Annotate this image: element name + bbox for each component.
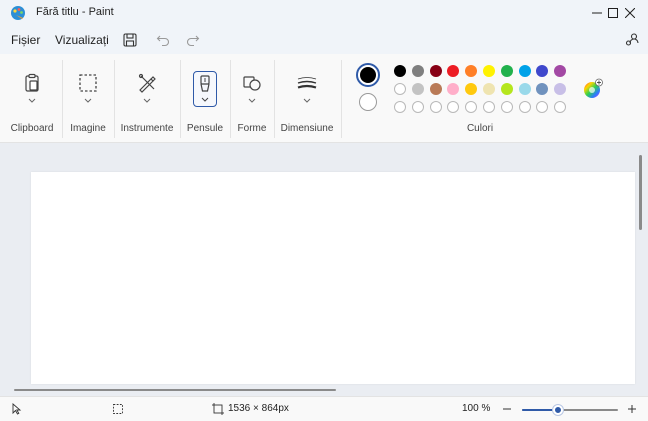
selection-icon[interactable]: [77, 72, 99, 94]
empty-color-swatch[interactable]: [500, 101, 513, 113]
undo-button[interactable]: [153, 30, 173, 50]
vertical-scrollbar[interactable]: [639, 155, 642, 230]
group-label-tools: Instrumente: [120, 123, 174, 134]
zoom-in-icon[interactable]: [626, 403, 638, 415]
group-label-size: Dimensiune: [280, 123, 334, 134]
redo-button[interactable]: [183, 30, 203, 50]
empty-color-swatch[interactable]: [394, 101, 406, 113]
save-button[interactable]: [120, 30, 140, 50]
primary-color-swatch: [360, 67, 376, 83]
group-label-shapes: Forme: [237, 123, 267, 134]
ribbon: Clipboard Imagine Instrumente Pensule Fo…: [0, 54, 648, 143]
color-swatch[interactable]: [518, 65, 531, 77]
color-swatch[interactable]: [483, 83, 495, 95]
group-label-colors: Culori: [466, 123, 494, 134]
group-clipboard: Clipboard: [4, 54, 60, 142]
chevron-down-icon[interactable]: [303, 98, 311, 104]
group-shapes: Forme: [231, 54, 273, 142]
group-label-image: Imagine: [70, 123, 106, 134]
color-wheel-icon[interactable]: [582, 78, 604, 100]
title-bar: Fără titlu - Paint: [0, 0, 648, 26]
chevron-down-icon[interactable]: [143, 98, 151, 104]
chevron-down-icon: [201, 97, 209, 102]
zoom-slider-thumb[interactable]: [553, 405, 564, 415]
empty-color-swatch[interactable]: [429, 101, 442, 113]
group-size: Dimensiune: [275, 54, 339, 142]
zoom-out-icon[interactable]: [501, 403, 513, 415]
color-swatch[interactable]: [429, 83, 442, 95]
brush-icon: [200, 75, 210, 92]
group-tools: Instrumente: [115, 54, 179, 142]
color-swatch[interactable]: [411, 65, 424, 77]
account-settings-icon: [625, 33, 639, 46]
stroke-size-icon[interactable]: [296, 72, 318, 94]
drawing-canvas[interactable]: [31, 172, 635, 384]
shapes-icon[interactable]: [241, 72, 263, 94]
redo-icon: [186, 35, 200, 47]
chevron-down-icon[interactable]: [28, 98, 36, 104]
close-icon: [625, 8, 635, 18]
color-swatch[interactable]: [500, 83, 513, 95]
menu-bar: Fișier Vizualizați: [0, 26, 648, 54]
tools-icon[interactable]: [136, 72, 158, 94]
chevron-down-icon[interactable]: [248, 98, 256, 104]
color-swatch[interactable]: [483, 65, 495, 77]
color-swatch[interactable]: [394, 65, 406, 77]
color-swatch[interactable]: [518, 83, 531, 95]
zoom-slider[interactable]: [522, 405, 618, 415]
group-label-brushes: Pensule: [186, 123, 224, 134]
color-swatch[interactable]: [500, 65, 513, 77]
selection-size-icon: [113, 404, 123, 414]
paint-palette-icon: [11, 6, 25, 20]
canvas-size-readout: 1536 × 864px: [228, 403, 289, 414]
empty-color-swatch[interactable]: [518, 101, 531, 113]
brush-button[interactable]: [193, 71, 217, 107]
group-label-clipboard: Clipboard: [10, 123, 54, 134]
clipboard-icon[interactable]: [21, 72, 43, 94]
group-colors: Culori: [342, 54, 618, 142]
close-button[interactable]: [613, 0, 647, 26]
undo-icon: [156, 35, 170, 47]
canvas-area: [0, 143, 648, 396]
group-image: Imagine: [63, 54, 113, 142]
secondary-color-button[interactable]: [359, 93, 377, 111]
chevron-down-icon[interactable]: [84, 98, 92, 104]
empty-color-swatch[interactable]: [483, 101, 495, 113]
canvas-size-icon: [212, 403, 224, 415]
menu-file[interactable]: Fișier: [11, 33, 40, 47]
account-settings-button[interactable]: [622, 30, 642, 50]
empty-color-swatch[interactable]: [411, 101, 424, 113]
color-swatch[interactable]: [429, 65, 442, 77]
menu-view[interactable]: Vizualizați: [55, 33, 109, 47]
color-swatch[interactable]: [394, 83, 406, 95]
color-swatch[interactable]: [411, 83, 424, 95]
horizontal-scrollbar[interactable]: [14, 389, 336, 391]
primary-color-button[interactable]: [356, 63, 380, 87]
window-title: Fără titlu - Paint: [36, 6, 114, 18]
save-icon: [123, 33, 137, 47]
cursor-icon: [12, 403, 22, 415]
zoom-readout[interactable]: 100 %: [462, 403, 490, 414]
status-bar: 1536 × 864px 100 %: [0, 396, 648, 421]
